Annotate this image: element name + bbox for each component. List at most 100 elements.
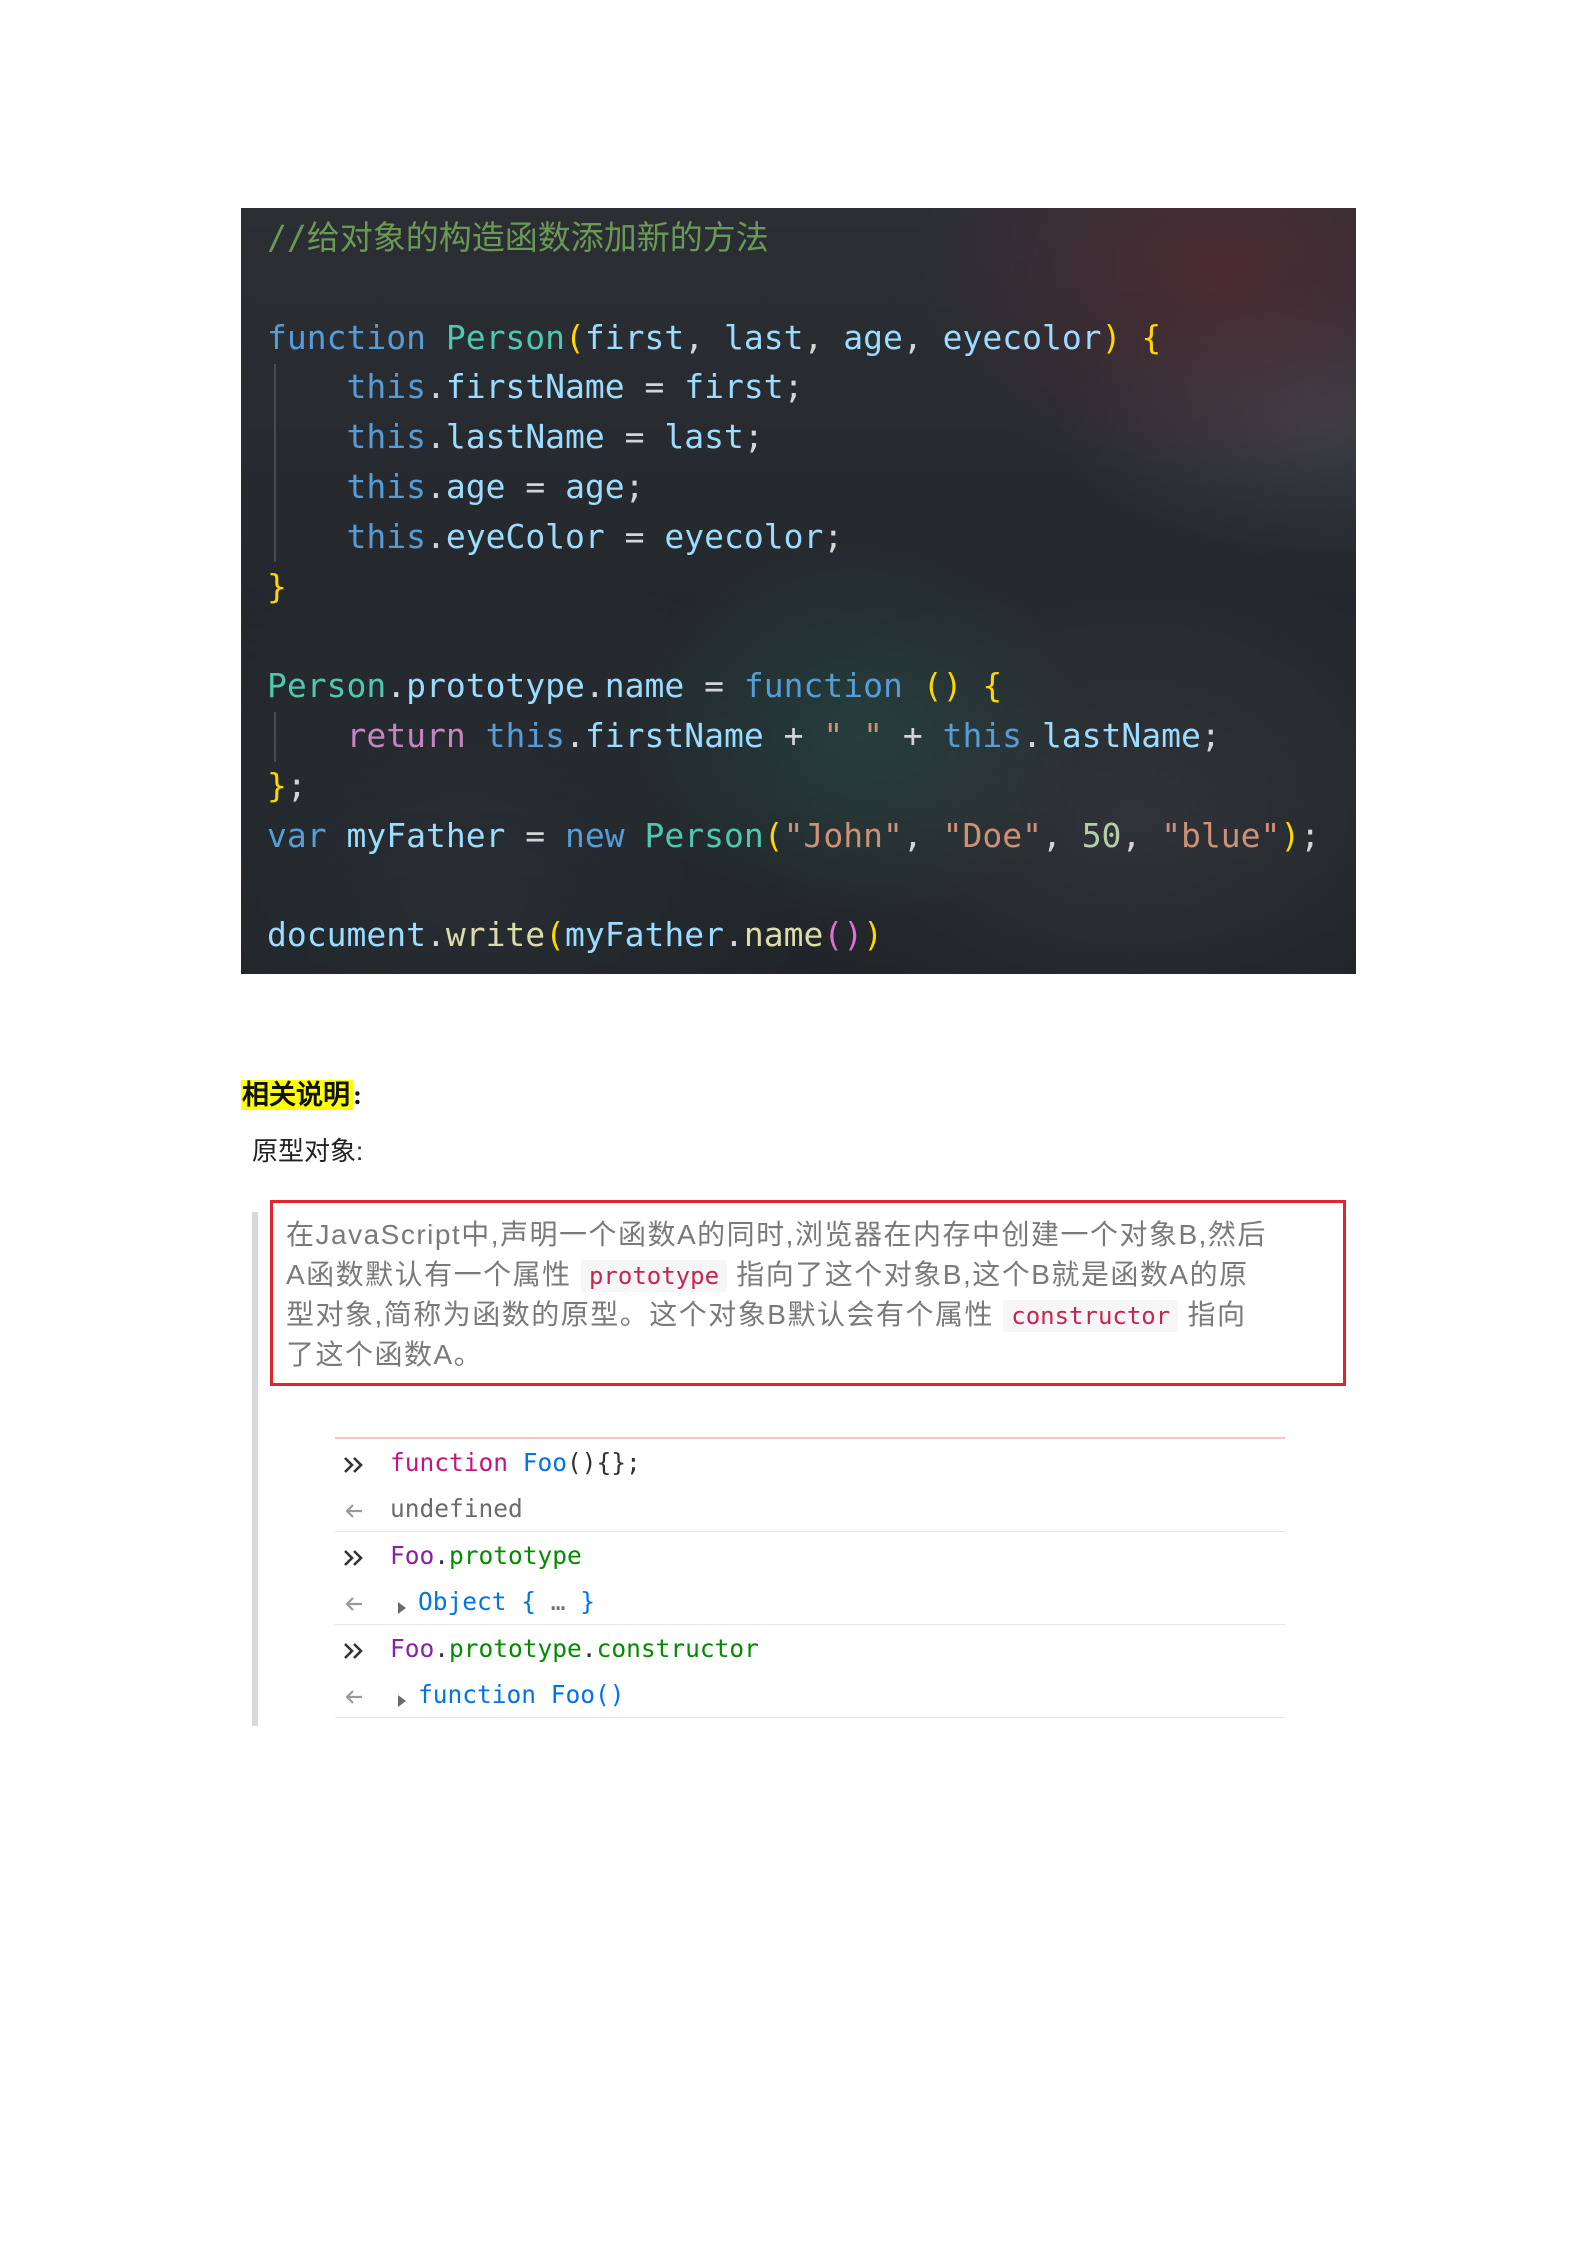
code-token-bracket: } (267, 566, 287, 606)
code-token-keyword: this (485, 715, 566, 755)
quote-text-segment: 在JavaScript中,声明一个函数A的同时,浏览器在内存中创建一个对象B,然… (286, 1219, 1267, 1250)
code-token-variable: name (604, 666, 685, 706)
code-token-plain: = (505, 466, 566, 506)
return-arrow-icon (341, 1684, 367, 1704)
code-token-plain: = (684, 666, 744, 706)
code-token-bracket: ) (1101, 317, 1122, 357)
code-line: } (267, 562, 1356, 612)
definition-text: 在JavaScript中,声明一个函数A的同时,浏览器在内存中创建一个对象B,然… (286, 1215, 1343, 1375)
code-token-variable: eyecolor (942, 317, 1102, 357)
code-token-variable: firstName (584, 715, 764, 755)
code-token-plain: . (724, 915, 744, 955)
inline-code: prototype (580, 1260, 728, 1292)
notes-heading-suffix: : (353, 1080, 362, 1110)
code-token-variable: first (584, 317, 685, 357)
code-token-class: Person (267, 666, 387, 706)
code-token-variable: age (445, 466, 506, 506)
code-token-variable: age (843, 317, 903, 357)
code-line: document.write(myFather.name()) (267, 910, 1356, 960)
console-output-row: Object { … } (335, 1578, 1285, 1625)
code-token-plain: , (1121, 815, 1162, 855)
expand-triangle-icon (396, 1593, 408, 1614)
code-line: function Person(first, last, age, eyecol… (267, 313, 1356, 363)
code-token-plain: = (604, 516, 665, 556)
quote-text-segment: A函数默认有一个属性 (286, 1259, 581, 1290)
code-token-number: 50 (1081, 815, 1122, 855)
code-token-keyword: this (346, 367, 426, 407)
code-line: }; (267, 761, 1356, 811)
quote-text-segment: 型对象,简称为函数的原型。这个对象B默认会有个属性 (286, 1299, 1004, 1330)
console-message: Foo. prototype. constructor (390, 1634, 759, 1663)
code-lines: //给对象的构造函数添加新的方法 function Person(first, l… (267, 213, 1356, 960)
console-message: Object { … } (390, 1587, 595, 1616)
console-input-row: function Foo (){}; (335, 1439, 1285, 1485)
code-token-plain: = (624, 367, 685, 407)
code-token-plain: ; (823, 516, 844, 556)
code-token-variable: lastName (445, 417, 605, 457)
code-token-variable: eyeColor (445, 516, 605, 556)
code-token-keyword: this (346, 466, 426, 506)
code-line: this.firstName = first; (267, 362, 1356, 412)
code-token-bracket: ( (763, 815, 784, 855)
code-token-plain: . (425, 417, 446, 457)
console-token-property: prototype (449, 1540, 582, 1570)
code-token-keyword: var (267, 815, 327, 855)
code-token-plain: , (684, 317, 725, 357)
code-token-keyword: this (942, 715, 1023, 755)
console-rows: function Foo (){}; undefined Foo. prototype O… (335, 1439, 1285, 1718)
code-token-bracket: () (922, 666, 963, 706)
code-token-bracket: ( (565, 317, 585, 357)
code-token-variable: last (664, 417, 744, 457)
console-token-punct: (){}; (567, 1447, 641, 1477)
code-token-plain: ; (1300, 815, 1321, 855)
code-line: return this.firstName + " " + this.lastN… (267, 711, 1356, 761)
quote-line: 型对象,简称为函数的原型。这个对象B默认会有个属性 constructor 指向 (286, 1295, 1343, 1335)
code-token-variable: myFather (565, 915, 724, 955)
console-token-punct: . (434, 1633, 450, 1663)
code-line: this.eyeColor = eyecolor; (267, 512, 1356, 562)
code-line: Person.prototype.name = function () { (267, 661, 1356, 711)
double-chevron-icon (341, 1638, 367, 1659)
code-token-plain: . (425, 367, 446, 407)
console-message: undefined (390, 1494, 523, 1523)
console-token-name: Foo (522, 1447, 568, 1477)
code-token-string: " " (823, 715, 883, 755)
code-token-bracket: ) (863, 915, 883, 955)
code-token-string: "blue" (1161, 815, 1281, 855)
code-token-variable: eyecolor (664, 516, 824, 556)
code-line: var myFather = new Person("John", "Doe",… (267, 811, 1356, 861)
code-screenshot: //给对象的构造函数添加新的方法 function Person(first, l… (241, 208, 1356, 974)
code-token-plain: , (1041, 815, 1082, 855)
console-token-object: } (565, 1586, 596, 1616)
code-token-variable: lastName (1041, 715, 1201, 755)
prototype-object-subheading: 原型对象: (252, 1136, 364, 1166)
code-token-function: write (445, 915, 546, 955)
code-token-plain: = (604, 417, 665, 457)
console-input-row: Foo. prototype (335, 1532, 1285, 1578)
code-token-variable: firstName (445, 367, 625, 407)
code-token-plain: ; (1200, 715, 1221, 755)
document-page: //给对象的构造函数添加新的方法 function Person(first, l… (0, 0, 1587, 2245)
code-line: this.lastName = last; (267, 412, 1356, 462)
code-token-plain: ; (743, 417, 764, 457)
code-token-variable: last (724, 317, 804, 357)
code-line: //给对象的构造函数添加新的方法 (267, 213, 1356, 263)
definition-box: 在JavaScript中,声明一个函数A的同时,浏览器在内存中创建一个对象B,然… (270, 1200, 1346, 1386)
code-token-bracket_nested: () (823, 915, 864, 955)
code-token-plain: . (565, 715, 585, 755)
console-token-punct: . (434, 1540, 450, 1570)
double-chevron-icon (341, 1452, 367, 1473)
console-output-row: function Foo() (335, 1671, 1285, 1718)
code-token-bracket: { (1141, 317, 1162, 357)
code-token-plain: . (1022, 715, 1042, 755)
console-message: function Foo() (390, 1680, 625, 1709)
console-output-row: undefined (335, 1485, 1285, 1532)
